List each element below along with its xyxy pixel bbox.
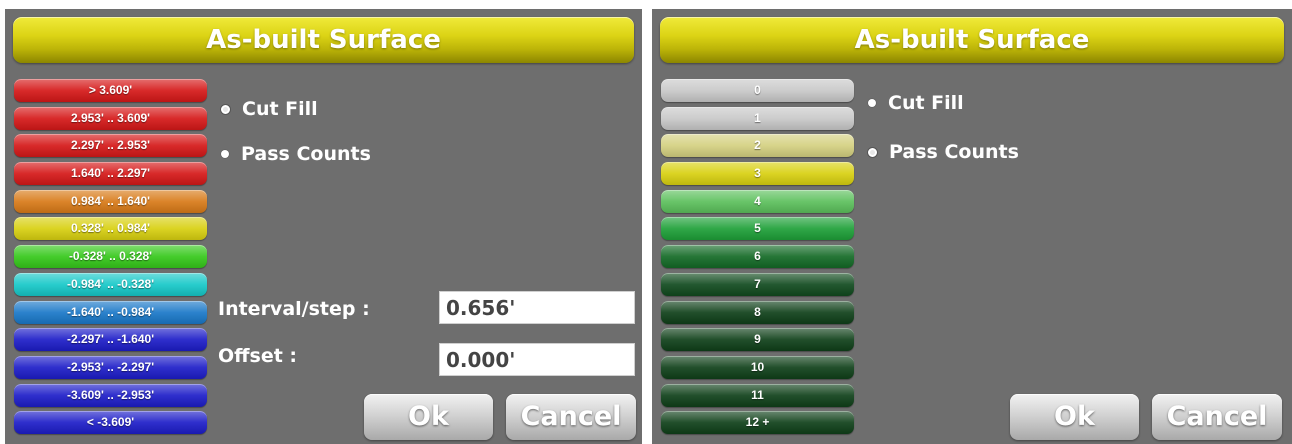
- pass-counts-label: Pass Counts: [889, 141, 1019, 163]
- cancel-button[interactable]: Cancel: [506, 394, 636, 440]
- legend-item: > 3.609': [14, 79, 207, 102]
- pass-counts-option[interactable]: Pass Counts: [868, 137, 1019, 167]
- interval-step-input[interactable]: [439, 291, 635, 324]
- offset-input[interactable]: [439, 343, 635, 376]
- radio-unselected-icon: [221, 150, 229, 158]
- legend-item: 2: [661, 134, 854, 158]
- cut-fill-dialog: As-built Surface > 3.609' 2.953' .. 3.609…: [5, 9, 642, 444]
- interval-step-label: Interval/step :: [218, 298, 370, 320]
- pass-counts-option[interactable]: Pass Counts: [221, 139, 371, 169]
- legend-item: -1.640' .. -0.984': [14, 300, 207, 324]
- legend-item: 6: [661, 245, 854, 269]
- legend-item: 4: [661, 189, 854, 213]
- radio-selected-icon: [868, 147, 877, 157]
- pass-count-legend: 0 1 2 3 4 5 6 7 8 9 10 11 12 +: [661, 79, 854, 439]
- legend-item: 3: [661, 162, 854, 186]
- legend-item: 10: [661, 355, 854, 379]
- legend-item: 1: [661, 106, 854, 130]
- legend-item: 8: [661, 300, 854, 324]
- legend-item: -2.297' .. -1.640': [14, 328, 207, 352]
- legend-item: 0.984' .. 1.640': [14, 189, 207, 213]
- ok-button[interactable]: Ok: [1010, 394, 1139, 440]
- cut-fill-option[interactable]: Cut Fill: [868, 88, 964, 118]
- legend-item: 0: [661, 79, 854, 102]
- pass-count-dialog: As-built Surface 0 1 2 3 4 5 6 7 8 9 10 11 12 + Cut …: [652, 9, 1292, 444]
- legend-item: 0.328' .. 0.984': [14, 217, 207, 241]
- cancel-button[interactable]: Cancel: [1152, 394, 1282, 440]
- legend-item: 2.953' .. 3.609': [14, 106, 207, 130]
- legend-item: 1.640' .. 2.297': [14, 162, 207, 186]
- cut-fill-label: Cut Fill: [888, 92, 964, 114]
- legend-item: 5: [661, 217, 854, 241]
- dialog-title: As-built Surface: [660, 17, 1284, 63]
- legend-item: 9: [661, 328, 854, 352]
- cut-fill-legend: > 3.609' 2.953' .. 3.609' 2.297' .. 2.953'…: [14, 79, 207, 439]
- ok-button[interactable]: Ok: [364, 394, 493, 440]
- cut-fill-option[interactable]: Cut Fill: [221, 94, 318, 124]
- cut-fill-label: Cut Fill: [242, 98, 318, 120]
- legend-item: < -3.609': [14, 411, 207, 435]
- legend-item: -2.953' .. -2.297': [14, 355, 207, 379]
- dialog-title: As-built Surface: [13, 17, 634, 63]
- legend-item: -0.328' .. 0.328': [14, 245, 207, 269]
- offset-label: Offset :: [218, 345, 298, 367]
- radio-selected-icon: [221, 104, 230, 114]
- legend-item: 12 +: [661, 411, 854, 435]
- legend-item: -0.984' .. -0.328': [14, 272, 207, 296]
- legend-item: 2.297' .. 2.953': [14, 134, 207, 158]
- legend-item: 11: [661, 383, 854, 407]
- legend-item: 7: [661, 272, 854, 296]
- pass-counts-label: Pass Counts: [241, 143, 371, 165]
- legend-item: -3.609' .. -2.953': [14, 383, 207, 407]
- radio-unselected-icon: [868, 99, 876, 107]
